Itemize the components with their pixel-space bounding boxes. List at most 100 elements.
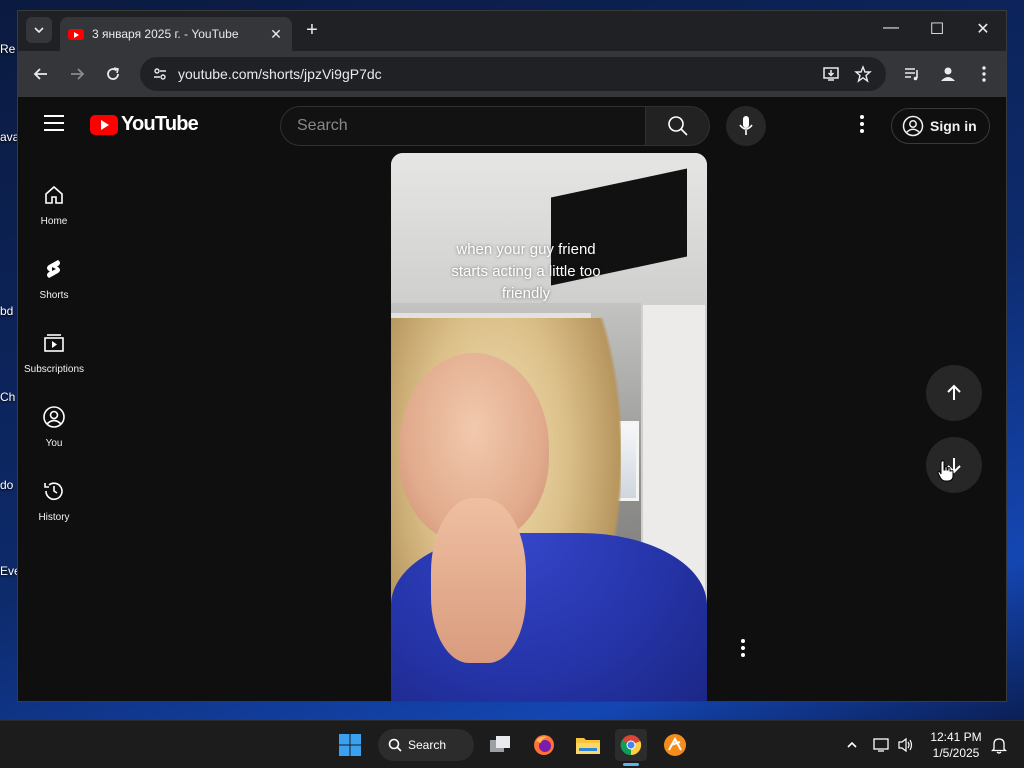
reload-icon — [107, 67, 119, 80]
hand-cursor-icon — [937, 460, 954, 482]
browser-menu-button[interactable] — [972, 62, 996, 86]
forward-button[interactable] — [65, 62, 89, 86]
guide-item-history[interactable]: History — [18, 479, 90, 525]
desktop-icon-label[interactable]: Re — [0, 42, 18, 56]
search-button[interactable] — [646, 106, 710, 146]
search-box — [280, 106, 646, 146]
chevron-down-icon — [34, 27, 44, 34]
microphone-icon — [739, 116, 753, 135]
guide-item-subscriptions[interactable]: Subscriptions — [18, 331, 90, 377]
taskbar-app[interactable] — [659, 729, 691, 761]
guide-label: Shorts — [39, 290, 69, 301]
taskbar-clock[interactable]: 12:41 PM 1/5/2025 — [922, 729, 990, 761]
youtube-page: YouTube Sign in Home Shorts Subscription… — [18, 97, 1006, 701]
new-tab-button[interactable]: + — [300, 19, 324, 42]
media-controls-button[interactable] — [900, 62, 924, 86]
network-icon — [873, 738, 889, 752]
shorts-video-player[interactable]: when your guy friend starts acting a lit… — [391, 153, 707, 701]
arrow-right-icon — [71, 68, 85, 80]
desktop-icon-label[interactable]: Ch — [0, 390, 18, 404]
video-caption-line: friendly — [501, 285, 551, 302]
guide-menu-button[interactable] — [44, 115, 64, 131]
minimize-button[interactable]: — — [876, 19, 906, 37]
chrome-icon — [620, 735, 642, 756]
notifications-button[interactable] — [983, 729, 1015, 761]
arrow-left-icon — [33, 68, 47, 80]
previous-short-button[interactable] — [926, 365, 982, 421]
desktop-icon-label[interactable]: do — [0, 478, 18, 492]
search-icon — [388, 738, 402, 752]
video-caption: when your guy friend starts acting a lit… — [391, 239, 661, 305]
arrow-up-icon — [947, 384, 961, 400]
tab-close-icon[interactable]: ✕ — [268, 26, 284, 43]
tab-title: 3 января 2025 г. - YouTube — [92, 27, 239, 41]
taskbar-search-label: Search — [408, 738, 447, 752]
reload-button[interactable] — [101, 62, 125, 86]
sign-in-button[interactable]: Sign in — [891, 108, 990, 144]
task-view-icon — [490, 736, 510, 752]
guide-label: You — [45, 438, 63, 449]
start-button[interactable] — [334, 729, 366, 761]
taskbar: Search 12:41 PM 1/5/2025 — [0, 720, 1024, 768]
active-app-indicator — [623, 763, 639, 766]
video-caption-line: when your guy friend — [456, 241, 596, 258]
profile-button[interactable] — [936, 62, 960, 86]
browser-toolbar: youtube.com/shorts/jpzVi9gP7dc — [18, 51, 1006, 97]
guide-label: Home — [40, 216, 68, 227]
windows-logo-icon — [339, 734, 361, 756]
youtube-logo-text: YouTube — [121, 113, 199, 135]
chevron-up-icon — [847, 741, 857, 748]
taskbar-search-button[interactable]: Search — [378, 729, 474, 761]
app-icon — [664, 734, 686, 756]
address-bar[interactable]: youtube.com/shorts/jpzVi9gP7dc — [140, 57, 886, 91]
short-more-actions-button[interactable] — [740, 639, 746, 657]
install-app-button[interactable] — [820, 63, 842, 85]
install-icon — [823, 67, 839, 81]
guide-item-shorts[interactable]: Shorts — [18, 257, 90, 303]
search-icon — [667, 116, 688, 136]
guide-item-home[interactable]: Home — [18, 183, 90, 229]
youtube-favicon-icon — [68, 28, 84, 40]
more-vert-icon — [982, 66, 986, 82]
youtube-logo[interactable]: YouTube — [90, 113, 199, 136]
volume-button[interactable] — [890, 729, 922, 761]
site-info-icon[interactable] — [152, 66, 168, 82]
settings-menu-button[interactable] — [856, 115, 868, 139]
clock-date: 1/5/2025 — [932, 746, 980, 760]
history-icon — [44, 482, 63, 501]
show-hidden-icons-button[interactable] — [836, 729, 868, 761]
media-queue-icon — [905, 68, 918, 81]
profile-icon — [941, 67, 955, 81]
back-button[interactable] — [29, 62, 53, 86]
taskbar-chrome[interactable] — [615, 729, 647, 761]
taskbar-firefox[interactable] — [528, 729, 560, 761]
tab-strip: 3 января 2025 г. - YouTube ✕ + — ☐ ✕ — [18, 11, 1006, 51]
maximize-button[interactable]: ☐ — [922, 19, 952, 39]
sign-in-label: Sign in — [930, 118, 977, 134]
search-input[interactable] — [297, 117, 629, 135]
folder-icon — [576, 738, 600, 754]
home-icon — [45, 185, 63, 204]
desktop-icon-label[interactable]: Eve — [0, 564, 18, 578]
voice-search-button[interactable] — [726, 106, 766, 146]
guide-item-you[interactable]: You — [18, 405, 90, 451]
video-caption-line: starts acting a little too — [451, 263, 601, 280]
shorts-icon — [47, 260, 60, 278]
url-text[interactable]: youtube.com/shorts/jpzVi9gP7dc — [178, 66, 810, 82]
guide-label: History — [38, 512, 70, 523]
bookmark-button[interactable] — [852, 63, 874, 85]
youtube-play-icon — [90, 114, 118, 135]
taskbar-file-explorer[interactable] — [572, 729, 604, 761]
browser-tab[interactable]: 3 января 2025 г. - YouTube ✕ — [60, 17, 292, 51]
tab-search-button[interactable] — [26, 17, 52, 43]
guide-label: Subscriptions — [23, 364, 85, 375]
desktop-icon-label[interactable]: ava — [0, 130, 18, 144]
close-window-button[interactable]: ✕ — [968, 19, 998, 39]
task-view-button[interactable] — [484, 729, 516, 761]
desktop-icon-label[interactable]: bd — [0, 304, 18, 318]
volume-icon — [898, 737, 913, 753]
subscriptions-icon — [44, 334, 64, 352]
browser-window: 3 января 2025 г. - YouTube ✕ + — ☐ ✕ you… — [17, 10, 1007, 702]
next-short-button[interactable] — [926, 437, 982, 493]
star-icon — [854, 65, 872, 83]
